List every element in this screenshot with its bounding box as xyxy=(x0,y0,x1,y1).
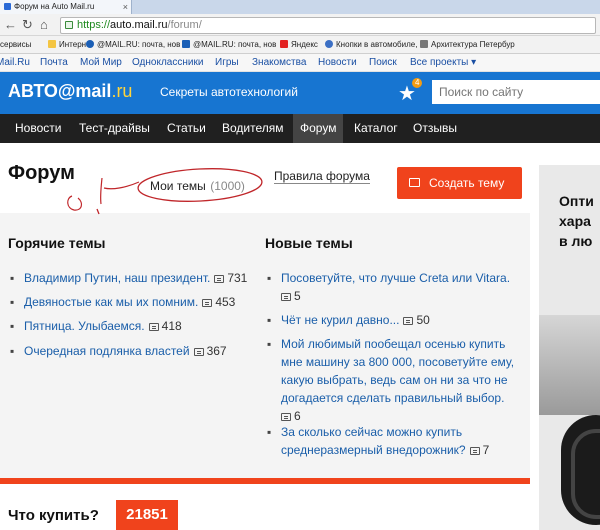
comment-icon xyxy=(193,348,204,356)
page-title: Форум xyxy=(8,162,75,184)
tab-title: Форум на Auto Mail.ru xyxy=(14,2,95,11)
my-themes-link[interactable]: Мои темы (1000) xyxy=(150,177,245,195)
browser-tab[interactable]: Форум на Auto Mail.ru × xyxy=(0,0,132,14)
main-nav: Новости Тест-драйвы Статьи Водителям Фор… xyxy=(0,114,600,143)
section-divider xyxy=(0,478,530,484)
url-host: auto.mail.ru xyxy=(110,19,168,31)
list-item[interactable]: ▪ Мой любимый пообещал осенью купить мне … xyxy=(267,335,519,425)
portal-link[interactable]: Все проекты ▾ xyxy=(410,54,476,72)
bookmark-item[interactable]: Яндекс xyxy=(280,36,318,53)
browser-window: Форум на Auto Mail.ru × ← ↻ ⌂ https://au… xyxy=(0,0,600,530)
browser-toolbar: ← ↻ ⌂ https://auto.mail.ru/forum/ xyxy=(0,14,600,36)
favorites-badge: 4 xyxy=(412,78,423,88)
page-icon xyxy=(325,40,333,48)
portal-link[interactable]: Знакомства xyxy=(252,54,306,72)
list-item[interactable]: ▪ Пятница. Улыбаемся. 418 xyxy=(10,317,264,335)
comment-icon xyxy=(281,413,291,421)
bookmarks-bar: сервисы Интернет @MAIL.RU: почта, нов @M… xyxy=(0,36,600,54)
tire-image xyxy=(561,415,600,525)
url-path: /forum/ xyxy=(167,19,202,31)
site-favicon-icon xyxy=(4,3,11,10)
what-to-buy-count[interactable]: 21851 xyxy=(116,500,178,530)
site-search-input[interactable] xyxy=(432,80,600,104)
hot-topics-title: Горячие темы xyxy=(8,235,106,251)
forum-content: Горячие темы ▪ Владимир Путин, наш презид… xyxy=(0,213,530,480)
nav-item-catalog[interactable]: Каталог xyxy=(354,114,398,143)
page-icon xyxy=(420,40,428,48)
nav-item-articles[interactable]: Статьи xyxy=(167,114,206,143)
create-topic-button[interactable]: Создать тему xyxy=(397,167,522,199)
yandex-icon xyxy=(280,40,288,48)
nav-item-reviews[interactable]: Отзывы xyxy=(413,114,457,143)
my-themes-count: (1000) xyxy=(210,179,245,193)
back-arrow-icon[interactable]: ← xyxy=(4,17,17,33)
ad-road-image xyxy=(539,315,600,415)
reload-icon[interactable]: ↻ xyxy=(22,17,33,33)
list-item[interactable]: ▪ Посоветуйте, что лучше Creta или Vitara… xyxy=(267,269,521,305)
portal-link[interactable]: Мой Мир xyxy=(80,54,122,72)
nav-item-drivers[interactable]: Водителям xyxy=(222,114,284,143)
portal-link[interactable]: Одноклассники xyxy=(132,54,203,72)
chat-icon xyxy=(409,178,420,187)
site-header: АВТО@mail.ru Секреты автотехнологий ★ 4 xyxy=(0,72,600,114)
nav-item-test-drives[interactable]: Тест-драйвы xyxy=(79,114,150,143)
bookmark-item[interactable]: @MAIL.RU: почта, нов xyxy=(86,36,180,53)
tab-close-icon[interactable]: × xyxy=(123,0,128,14)
site-logo[interactable]: АВТО@mail.ru xyxy=(8,81,132,102)
mailru-icon xyxy=(182,40,190,48)
url-scheme: https:// xyxy=(77,19,111,31)
portal-link[interactable]: Mail.Ru xyxy=(0,54,30,72)
list-item[interactable]: ▪ Чёт не курил давно... 50 xyxy=(267,311,521,329)
bookmark-item[interactable]: сервисы xyxy=(0,36,31,53)
lock-icon xyxy=(65,21,73,29)
portal-link[interactable]: Новости xyxy=(318,54,357,72)
mailru-icon xyxy=(86,40,94,48)
ad-text: Опти хара в лю xyxy=(559,193,594,249)
bookmark-item[interactable]: Архитектура Петербур xyxy=(420,36,515,53)
nav-item-news[interactable]: Новости xyxy=(15,114,61,143)
comment-icon xyxy=(148,323,159,331)
comment-icon xyxy=(214,275,225,283)
folder-icon xyxy=(48,40,56,48)
portal-link[interactable]: Почта xyxy=(40,54,68,72)
tab-bar: Форум на Auto Mail.ru × xyxy=(0,0,600,14)
bookmark-item[interactable]: Кнопки в автомобиле, xyxy=(325,36,417,53)
new-topics-title: Новые темы xyxy=(265,235,353,251)
list-item[interactable]: ▪ Девяностые как мы их помним. 453 xyxy=(10,293,264,311)
forum-rules-link[interactable]: Правила форума xyxy=(274,169,370,184)
ad-banner[interactable]: Опти хара в лю xyxy=(539,165,600,530)
list-item[interactable]: ▪ Очередная подлянка властей 367 xyxy=(10,342,264,360)
portal-link[interactable]: Поиск xyxy=(369,54,397,72)
what-to-buy-title[interactable]: Что купить? xyxy=(8,507,99,524)
my-themes-label: Мои темы xyxy=(150,179,206,193)
comment-icon xyxy=(469,447,480,455)
comment-icon xyxy=(403,317,414,325)
comment-icon xyxy=(281,293,291,301)
bookmark-item[interactable]: @MAIL.RU: почта, нов xyxy=(182,36,276,53)
home-icon[interactable]: ⌂ xyxy=(40,17,48,33)
comment-icon xyxy=(202,299,213,307)
portal-link[interactable]: Игры xyxy=(215,54,239,72)
list-item[interactable]: ▪ Владимир Путин, наш президент. 731 xyxy=(10,269,264,287)
address-bar[interactable]: https://auto.mail.ru/forum/ xyxy=(60,17,596,34)
nav-item-forum[interactable]: Форум xyxy=(293,114,344,143)
list-item[interactable]: ▪ За сколько сейчас можно купить среднера… xyxy=(267,423,519,459)
portal-strip: Mail.Ru Почта Мой Мир Одноклассники Игры… xyxy=(0,54,600,72)
site-tagline: Секреты автотехнологий xyxy=(160,85,298,99)
